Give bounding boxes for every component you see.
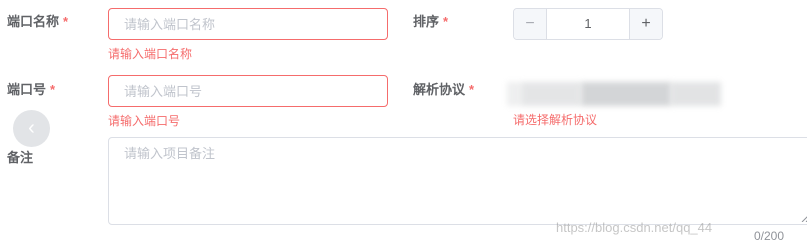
required-mark: *	[50, 82, 56, 97]
port-name-label-text: 端口名称	[7, 14, 60, 29]
protocol-select[interactable]	[507, 82, 721, 106]
watermark: https://blog.csdn.net/qq_44	[556, 220, 713, 235]
sort-stepper[interactable]: − 1 +	[513, 8, 663, 40]
sort-label-text: 排序	[413, 14, 440, 29]
port-number-error: 请输入端口号	[108, 114, 181, 128]
char-counter: 0/200	[754, 229, 785, 243]
port-name-error: 请输入端口名称	[108, 47, 193, 61]
remark-label-text: 备注	[7, 150, 34, 165]
protocol-label-text: 解析协议	[413, 82, 466, 97]
protocol-error: 请选择解析协议	[513, 113, 598, 127]
port-number-label-text: 端口号	[7, 82, 47, 97]
required-mark: *	[443, 14, 449, 29]
increment-button[interactable]: +	[629, 9, 662, 39]
form-page: 端口名称* 请输入端口名称 排序* − 1 + 端口号* 请输入端口号 解析协议…	[0, 0, 807, 249]
required-mark: *	[63, 14, 69, 29]
decrement-button[interactable]: −	[514, 9, 547, 39]
port-number-label: 端口号 *	[7, 81, 55, 99]
sort-label: 排序 *	[413, 13, 448, 31]
port-number-input[interactable]	[108, 75, 388, 107]
chevron-left-icon: ‹	[28, 117, 35, 139]
sort-value[interactable]: 1	[547, 9, 629, 39]
port-name-input[interactable]	[108, 8, 388, 40]
remark-textarea[interactable]: 请输入项目备注	[108, 137, 807, 225]
port-name-label: 端口名称 *	[7, 13, 68, 31]
resize-handle-icon[interactable]	[800, 212, 807, 222]
protocol-label: 解析协议 *	[413, 81, 474, 99]
remark-label: 备注	[7, 149, 33, 167]
required-mark: *	[469, 82, 475, 97]
back-button[interactable]: ‹	[13, 110, 50, 147]
remark-placeholder: 请输入项目备注	[124, 146, 216, 161]
